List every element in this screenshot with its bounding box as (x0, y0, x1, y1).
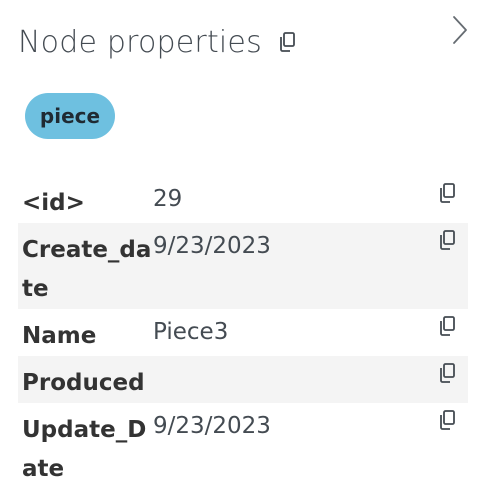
property-row-name: Name Piece3 (18, 309, 468, 356)
chevron-right-icon[interactable] (448, 14, 472, 46)
property-value: 9/23/2023 (153, 413, 271, 439)
copy-icon[interactable] (436, 182, 458, 204)
node-properties-panel: Node properties piece <id> 29 Create_dat… (0, 0, 488, 502)
copy-icon[interactable] (436, 229, 458, 251)
panel-header: Node properties (18, 20, 478, 64)
property-value: 29 (153, 186, 183, 212)
property-row-create-date: Create_date 9/23/2023 (18, 223, 468, 309)
property-key: Name (22, 323, 97, 349)
property-row-update-date: Update_Date 9/23/2023 (18, 403, 468, 489)
property-row-produced: Produced (18, 356, 468, 403)
panel-title: Node properties (18, 24, 262, 60)
property-key: Update_Date (22, 417, 147, 482)
property-key: Produced (22, 370, 145, 396)
label-tag-text: piece (39, 104, 101, 128)
copy-icon[interactable] (436, 362, 458, 384)
property-key: Create_date (22, 237, 152, 302)
copy-icon[interactable] (436, 409, 458, 431)
property-value: 9/23/2023 (153, 233, 271, 259)
property-value (153, 356, 468, 364)
properties-table: <id> 29 Create_date 9/23/2023 Name Piece (18, 176, 468, 489)
copy-icon[interactable] (436, 315, 458, 337)
property-value: Piece3 (153, 319, 229, 345)
copy-icon[interactable] (276, 31, 298, 53)
label-tag[interactable]: piece (25, 93, 115, 139)
property-row-id: <id> 29 (18, 176, 468, 223)
property-key: <id> (22, 190, 85, 216)
